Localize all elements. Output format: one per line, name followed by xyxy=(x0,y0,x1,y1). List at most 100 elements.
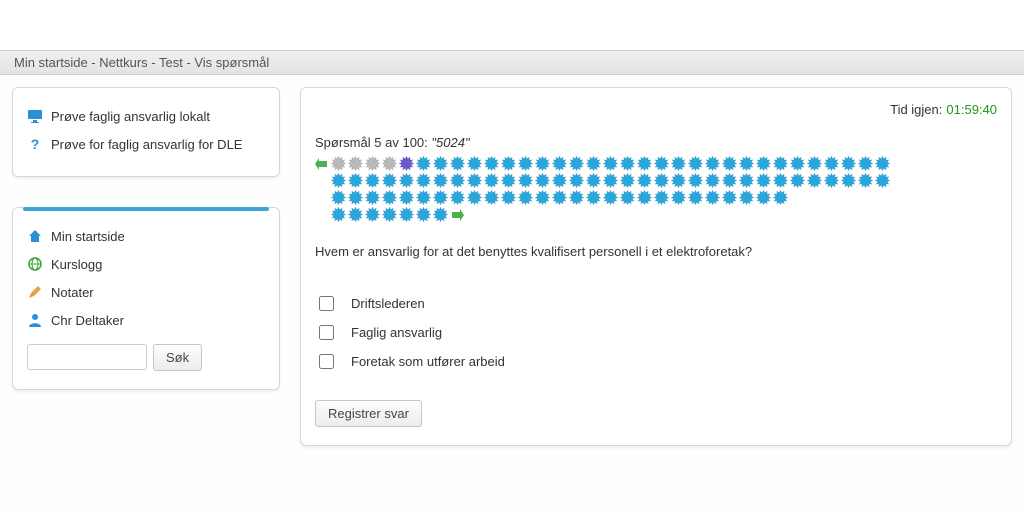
question-dot[interactable] xyxy=(433,156,448,171)
question-dot[interactable] xyxy=(450,173,465,188)
answer-option[interactable]: Faglig ansvarlig xyxy=(315,318,997,347)
question-dot[interactable] xyxy=(637,156,652,171)
question-dot[interactable] xyxy=(518,190,533,205)
question-dot[interactable] xyxy=(739,190,754,205)
question-dot[interactable] xyxy=(416,190,431,205)
question-dot[interactable] xyxy=(773,173,788,188)
question-dot[interactable] xyxy=(399,156,414,171)
question-dot[interactable] xyxy=(433,190,448,205)
question-dot[interactable] xyxy=(722,190,737,205)
question-dot[interactable] xyxy=(586,190,601,205)
question-dot[interactable] xyxy=(790,173,805,188)
question-dot[interactable] xyxy=(637,190,652,205)
question-dot[interactable] xyxy=(484,173,499,188)
sidebar-item-label[interactable]: Prøve for faglig ansvarlig for DLE xyxy=(51,137,242,152)
question-dot[interactable] xyxy=(790,156,805,171)
question-dot[interactable] xyxy=(348,207,363,222)
question-dot[interactable] xyxy=(569,156,584,171)
next-question-arrow-icon[interactable] xyxy=(450,208,464,222)
question-dot[interactable] xyxy=(688,190,703,205)
question-dot[interactable] xyxy=(688,156,703,171)
question-dot[interactable] xyxy=(416,156,431,171)
question-dot[interactable] xyxy=(433,207,448,222)
sidebar-item-label[interactable]: Prøve faglig ansvarlig lokalt xyxy=(51,109,210,124)
question-dot[interactable] xyxy=(535,156,550,171)
sidebar-item[interactable]: Kurslogg xyxy=(27,250,265,278)
question-dot[interactable] xyxy=(705,190,720,205)
question-dot[interactable] xyxy=(654,190,669,205)
question-dot[interactable] xyxy=(671,190,686,205)
question-dot[interactable] xyxy=(382,156,397,171)
submit-answer-button[interactable]: Registrer svar xyxy=(315,400,422,427)
question-dot[interactable] xyxy=(535,173,550,188)
question-dot[interactable] xyxy=(620,173,635,188)
question-dot[interactable] xyxy=(450,156,465,171)
question-dot[interactable] xyxy=(807,173,822,188)
question-dot[interactable] xyxy=(331,156,346,171)
question-dot[interactable] xyxy=(841,156,856,171)
question-dot[interactable] xyxy=(739,173,754,188)
question-dot[interactable] xyxy=(484,156,499,171)
question-dot[interactable] xyxy=(756,173,771,188)
question-dot[interactable] xyxy=(365,190,380,205)
question-dot[interactable] xyxy=(348,190,363,205)
question-dot[interactable] xyxy=(501,173,516,188)
question-dot[interactable] xyxy=(552,156,567,171)
question-dot[interactable] xyxy=(552,190,567,205)
question-dot[interactable] xyxy=(603,173,618,188)
sidebar-item[interactable]: Chr Deltaker xyxy=(27,306,265,334)
question-dot[interactable] xyxy=(858,173,873,188)
question-dot[interactable] xyxy=(331,190,346,205)
question-dot[interactable] xyxy=(569,190,584,205)
answer-checkbox[interactable] xyxy=(319,325,334,340)
question-dot[interactable] xyxy=(348,173,363,188)
search-button[interactable]: Søk xyxy=(153,344,202,371)
question-dot[interactable] xyxy=(875,173,890,188)
question-dot[interactable] xyxy=(654,156,669,171)
question-dot[interactable] xyxy=(535,190,550,205)
sidebar-item[interactable]: Min startside xyxy=(27,222,265,250)
question-dot[interactable] xyxy=(501,190,516,205)
question-dot[interactable] xyxy=(467,156,482,171)
question-dot[interactable] xyxy=(416,207,431,222)
question-dot[interactable] xyxy=(348,156,363,171)
question-dot[interactable] xyxy=(688,173,703,188)
question-dot[interactable] xyxy=(824,156,839,171)
question-dot[interactable] xyxy=(671,173,686,188)
question-dot[interactable] xyxy=(365,207,380,222)
question-dot[interactable] xyxy=(552,173,567,188)
question-dot[interactable] xyxy=(773,190,788,205)
question-dot[interactable] xyxy=(518,156,533,171)
question-dot[interactable] xyxy=(858,156,873,171)
question-dot[interactable] xyxy=(586,173,601,188)
sidebar-item[interactable]: Notater xyxy=(27,278,265,306)
question-dot[interactable] xyxy=(433,173,448,188)
question-dot[interactable] xyxy=(399,207,414,222)
question-dot[interactable] xyxy=(331,207,346,222)
answer-option[interactable]: Driftslederen xyxy=(315,289,997,318)
question-dot[interactable] xyxy=(365,156,380,171)
answer-checkbox[interactable] xyxy=(319,354,334,369)
question-dot[interactable] xyxy=(399,190,414,205)
question-dot[interactable] xyxy=(722,156,737,171)
question-dot[interactable] xyxy=(654,173,669,188)
question-dot[interactable] xyxy=(399,173,414,188)
question-dot[interactable] xyxy=(603,156,618,171)
question-dot[interactable] xyxy=(807,156,822,171)
search-input[interactable] xyxy=(27,344,147,370)
question-dot[interactable] xyxy=(603,190,618,205)
question-dot[interactable] xyxy=(586,156,601,171)
question-dot[interactable] xyxy=(620,190,635,205)
question-dot[interactable] xyxy=(450,190,465,205)
question-dot[interactable] xyxy=(756,190,771,205)
question-dot[interactable] xyxy=(841,173,856,188)
question-dot[interactable] xyxy=(365,173,380,188)
question-dot[interactable] xyxy=(484,190,499,205)
question-dot[interactable] xyxy=(518,173,533,188)
question-dot[interactable] xyxy=(722,173,737,188)
question-dot[interactable] xyxy=(382,173,397,188)
question-dot[interactable] xyxy=(467,173,482,188)
prev-question-arrow-icon[interactable] xyxy=(315,157,329,171)
question-dot[interactable] xyxy=(416,173,431,188)
question-dot[interactable] xyxy=(671,156,686,171)
